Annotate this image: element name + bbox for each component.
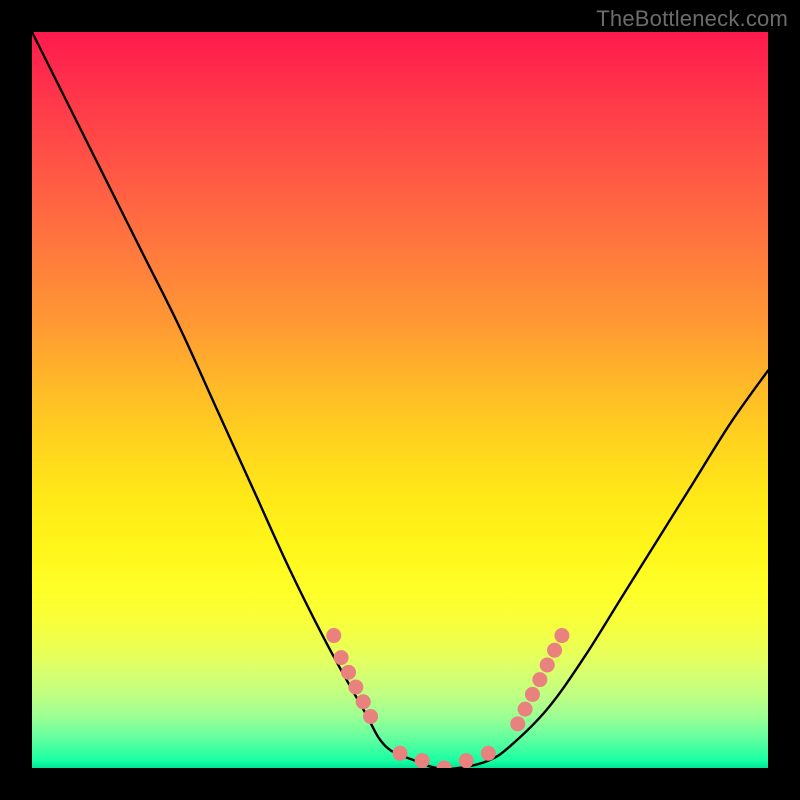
highlight-dot — [326, 628, 341, 643]
highlight-dot — [437, 761, 452, 769]
curve-layer — [32, 32, 768, 768]
plot-area — [32, 32, 768, 768]
highlight-dot — [532, 672, 547, 687]
highlight-dot — [547, 643, 562, 658]
highlight-dot — [459, 753, 474, 768]
highlight-dot — [393, 746, 408, 761]
highlight-dot — [481, 746, 496, 761]
highlight-dots — [326, 628, 569, 768]
highlight-dot — [356, 694, 371, 709]
highlight-dot — [525, 687, 540, 702]
highlight-dot — [554, 628, 569, 643]
highlight-dot — [341, 665, 356, 680]
highlight-dot — [510, 716, 525, 731]
highlight-dot — [334, 650, 349, 665]
bottleneck-curve — [32, 32, 768, 768]
highlight-dot — [363, 709, 378, 724]
highlight-dot — [540, 657, 555, 672]
chart-stage: TheBottleneck.com — [0, 0, 800, 800]
highlight-dot — [348, 680, 363, 695]
highlight-dot — [415, 753, 430, 768]
highlight-dot — [518, 702, 533, 717]
attribution-label: TheBottleneck.com — [596, 6, 788, 32]
